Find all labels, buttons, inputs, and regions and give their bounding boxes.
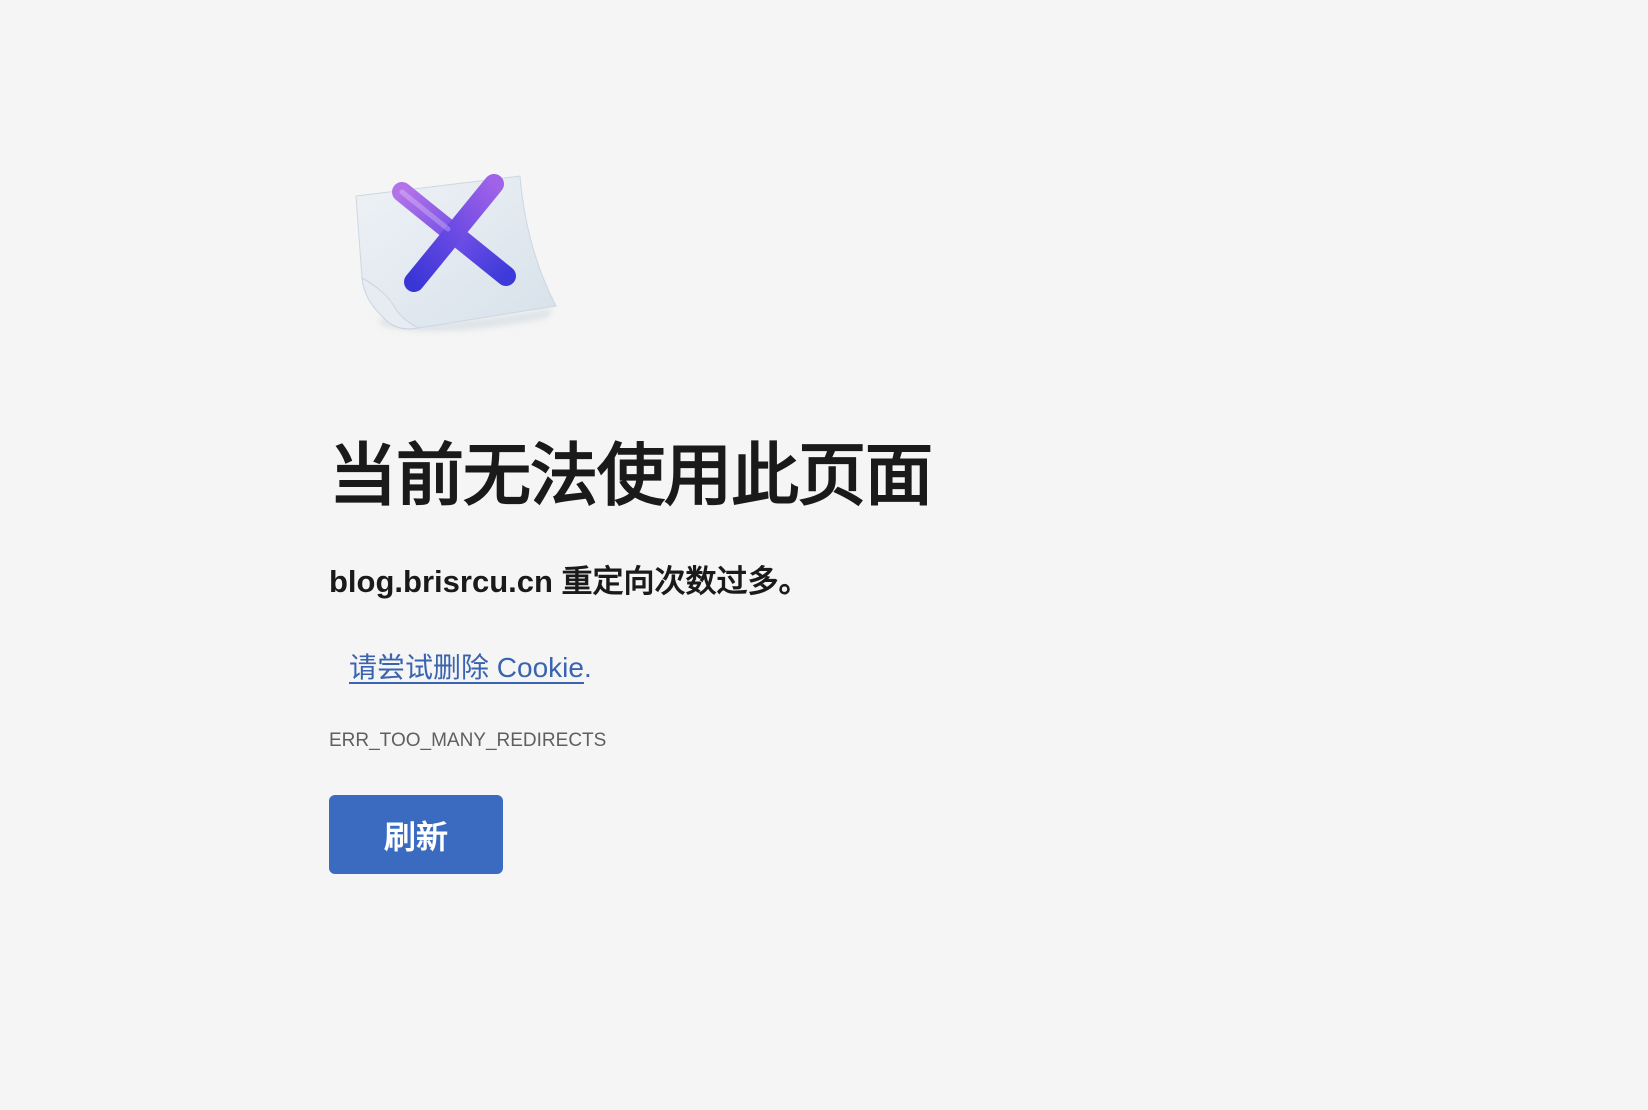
- error-message: blog.brisrcu.cn 重定向次数过多。: [329, 564, 810, 599]
- suggestion: 请尝试删除 Cookie.: [349, 648, 592, 688]
- page-title: 当前无法使用此页面: [329, 438, 933, 514]
- suggestion-period: .: [583, 652, 592, 683]
- delete-cookies-link[interactable]: 请尝试删除 Cookie: [349, 652, 584, 683]
- document-x-icon: [348, 168, 568, 338]
- reload-button[interactable]: 刷新: [329, 795, 503, 874]
- error-page: 当前无法使用此页面 blog.brisrcu.cn 重定向次数过多。 请尝试删除…: [0, 0, 1648, 1110]
- error-code: ERR_TOO_MANY_REDIRECTS: [329, 730, 607, 751]
